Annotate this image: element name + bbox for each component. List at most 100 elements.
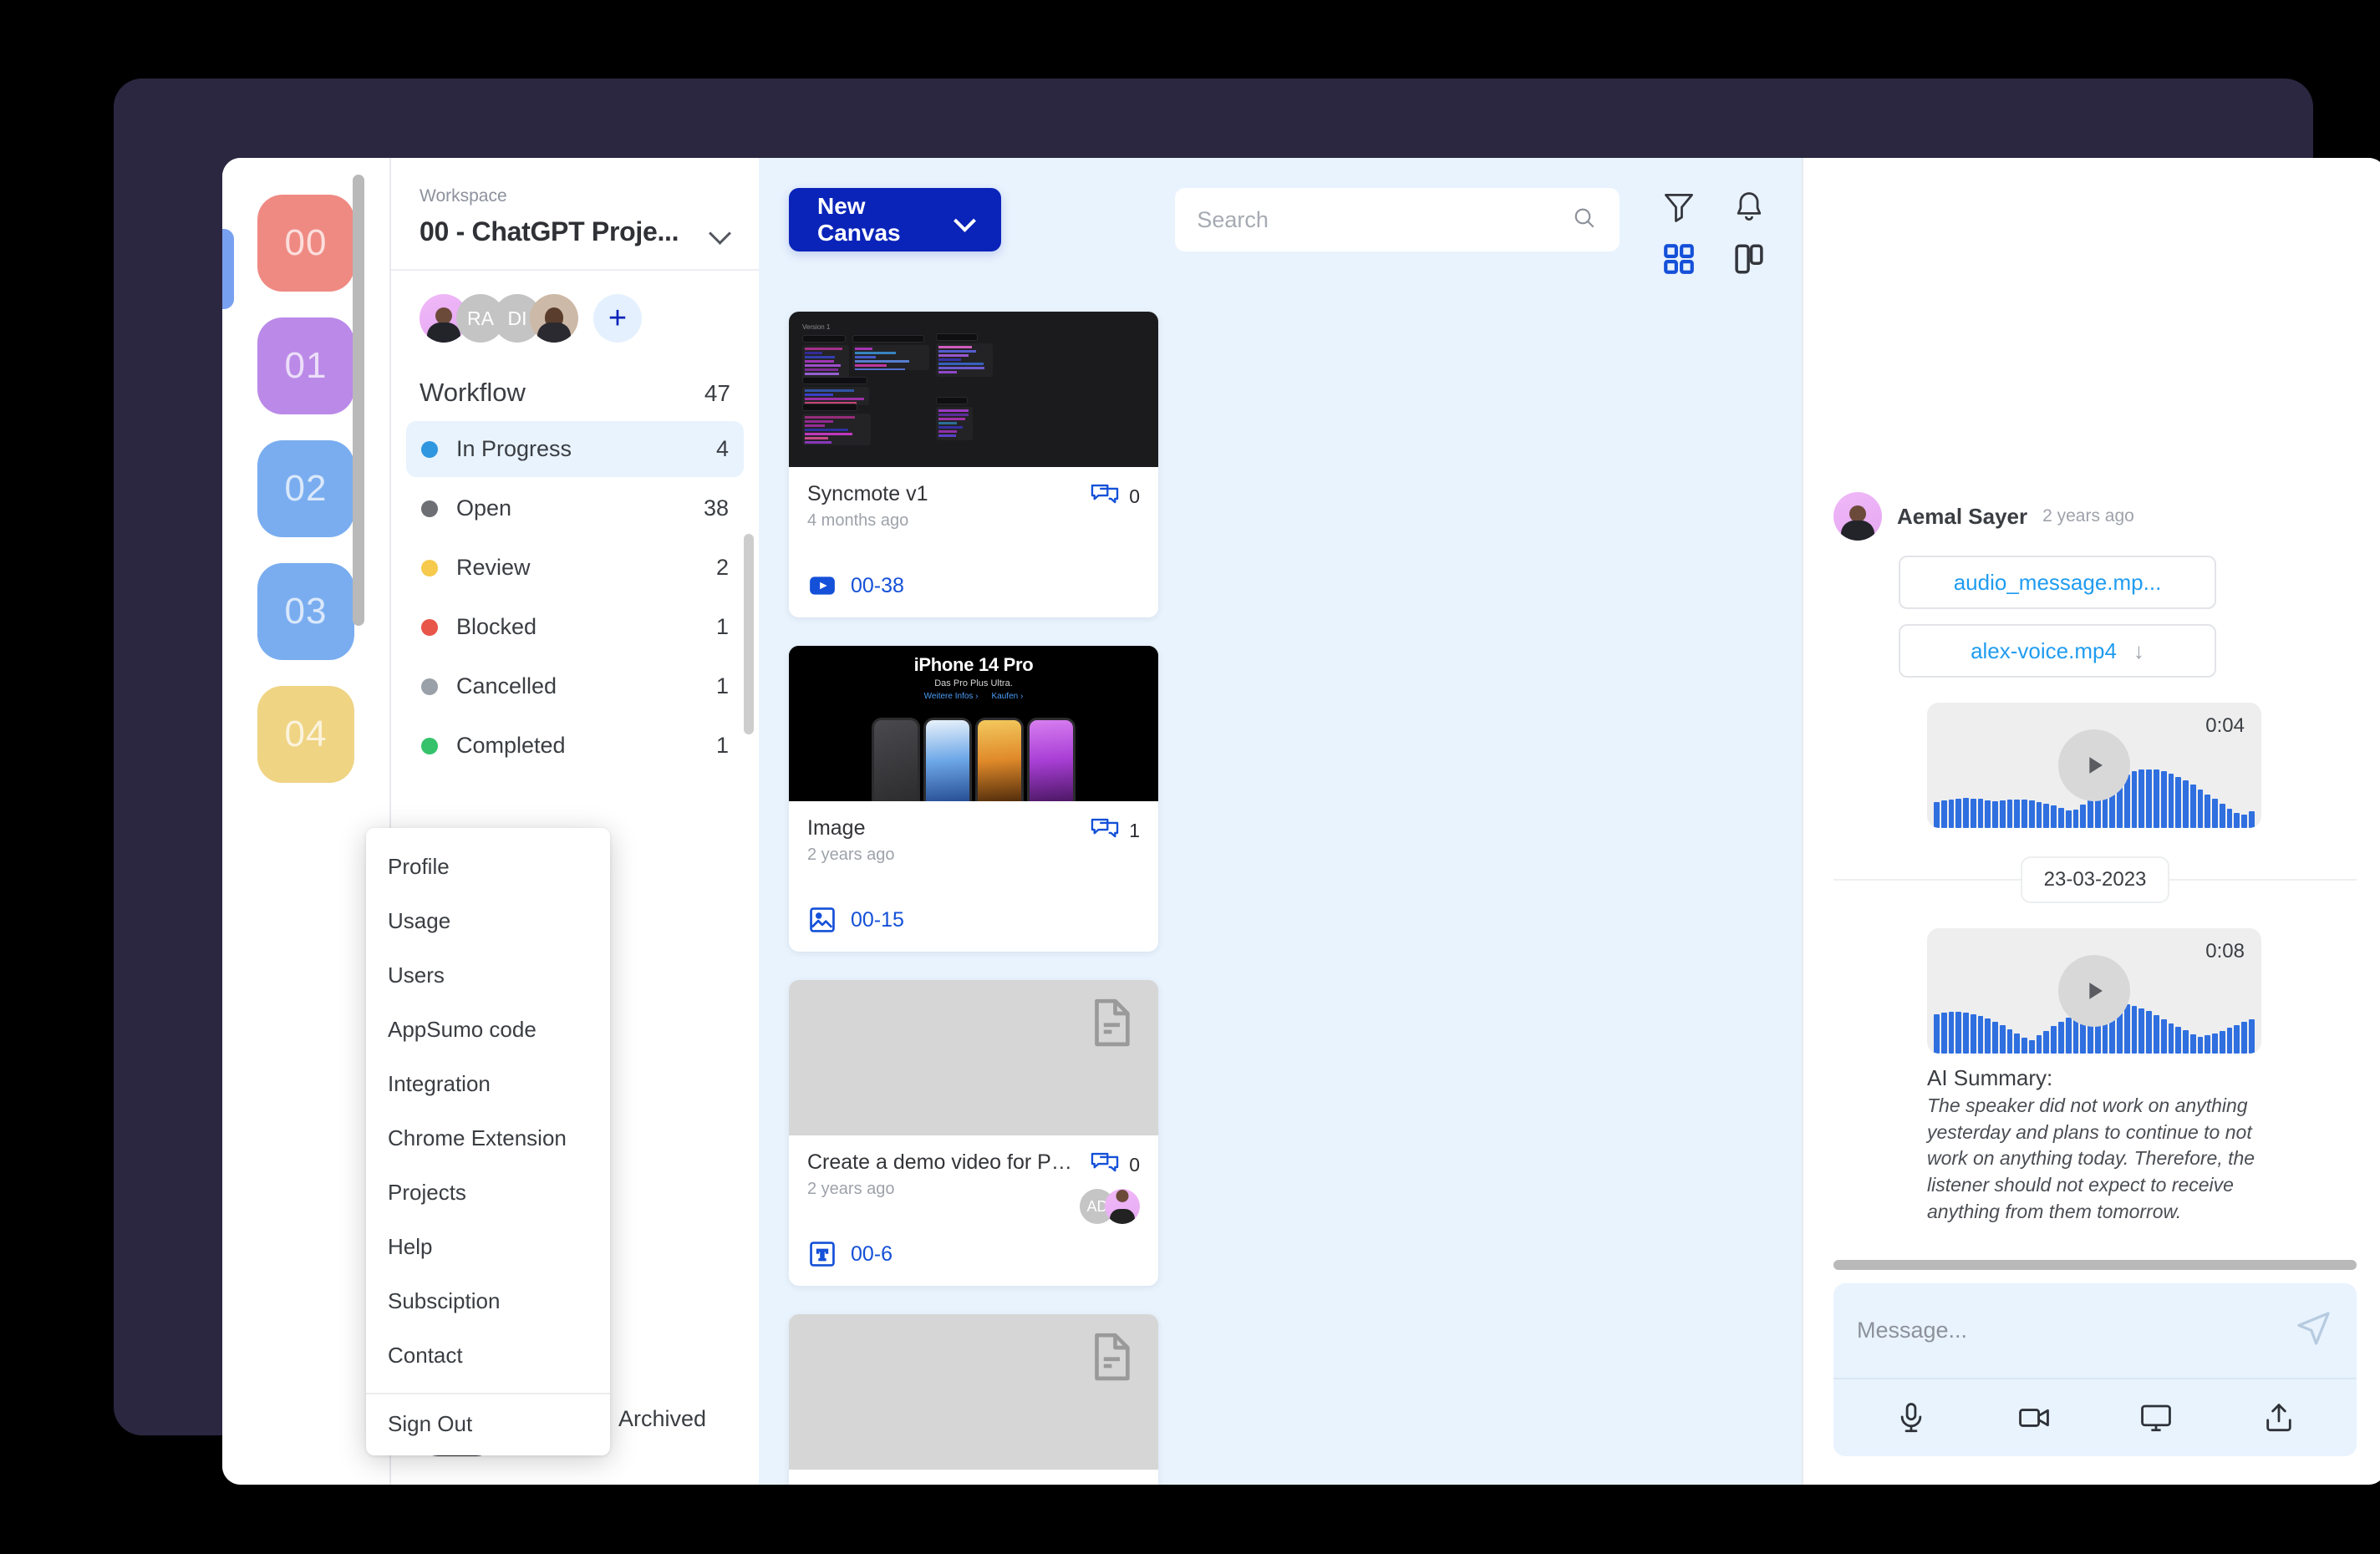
card-footer[interactable]: 00-38 <box>789 566 1158 617</box>
workflow-item-blocked[interactable]: Blocked 1 <box>406 599 744 655</box>
card-thumbnail-document <box>789 980 1158 1135</box>
workspace-label: Workspace <box>420 186 730 206</box>
rail-tile-label: 04 <box>285 714 328 755</box>
menu-item-chrome-extension[interactable]: Chrome Extension <box>366 1111 610 1166</box>
workflow-item-completed[interactable]: Completed 1 <box>406 718 744 774</box>
workflow-item-count: 2 <box>716 555 729 581</box>
toolbar-icon-group <box>1660 188 1768 278</box>
card[interactable]: Version 1 Syncmote v1 4 months ago 0 00-38 <box>789 312 1158 617</box>
add-member-button[interactable]: + <box>593 294 642 343</box>
menu-item-help[interactable]: Help <box>366 1220 610 1274</box>
microphone-icon[interactable] <box>1891 1398 1931 1438</box>
comment-count-group[interactable]: 0 <box>1091 1150 1140 1180</box>
menu-item-subsciption[interactable]: Subsciption <box>366 1274 610 1328</box>
message-timestamp: 2 years ago <box>2042 506 2134 526</box>
workspace-header[interactable]: Workspace 00 - ChatGPT Proje... <box>391 158 759 271</box>
download-icon[interactable]: ↓ <box>2133 638 2144 664</box>
avatar <box>1833 492 1882 541</box>
avatar-initials: DI <box>508 307 527 330</box>
card-footer[interactable]: T 00-6 <box>789 1234 1158 1286</box>
chat-message-list: Aemal Sayer 2 years ago audio_message.mp… <box>1803 158 2380 1245</box>
card-body: Create Firebase CF LinkedIn p...2 years … <box>789 1470 1158 1485</box>
card-thumbnail-image: iPhone 14 Pro Das Pro Plus Ultra. Weitere … <box>789 646 1158 801</box>
attachment-name[interactable]: alex-voice.mp4 <box>1971 638 2117 664</box>
workspace-rail[interactable]: 00 01 02 03 04 <box>222 158 389 1485</box>
workflow-item-cancelled[interactable]: Cancelled 1 <box>406 658 744 714</box>
workflow-item-count: 1 <box>716 733 729 759</box>
rail-tile-02[interactable]: 02 <box>257 440 354 537</box>
workflow-item-open[interactable]: Open 38 <box>406 480 744 536</box>
comment-icon <box>1091 1150 1119 1180</box>
message-input[interactable] <box>1857 1318 2293 1343</box>
card-footer[interactable]: 00-15 <box>789 900 1158 952</box>
user-context-menu[interactable]: Profile Usage Users AppSumo code Integration… <box>366 828 610 1455</box>
workflow-item-count: 1 <box>716 673 729 699</box>
workflow-item-review[interactable]: Review 2 <box>406 540 744 596</box>
comment-count-group[interactable]: 1 <box>1091 816 1140 846</box>
menu-item-projects[interactable]: Projects <box>366 1166 610 1220</box>
attachment-name[interactable]: audio_message.mp... <box>1954 570 2162 596</box>
menu-item-users[interactable]: Users <box>366 948 610 1003</box>
menu-item-profile[interactable]: Profile <box>366 840 610 894</box>
card-thumbnail-document <box>789 1314 1158 1470</box>
rail-tile-00[interactable]: 00 <box>257 195 354 292</box>
card-assignees: AD <box>1090 1189 1140 1224</box>
video-icon <box>807 571 837 601</box>
sidebar-scrollbar-thumb[interactable] <box>744 534 754 734</box>
menu-item-integration[interactable]: Integration <box>366 1057 610 1111</box>
board-view-icon[interactable] <box>1730 240 1768 278</box>
card-title: Image <box>807 816 895 840</box>
grid-view-icon[interactable] <box>1660 240 1698 278</box>
workflow-item-count: 1 <box>716 614 729 640</box>
image-icon <box>807 905 837 935</box>
workflow-total-count: 47 <box>704 380 730 407</box>
filter-icon[interactable] <box>1660 188 1698 226</box>
card[interactable]: Create a demo video for PH la... 2 years … <box>789 980 1158 1286</box>
rail-tile-01[interactable]: 01 <box>257 317 354 414</box>
menu-item-sign-out[interactable]: Sign Out <box>366 1393 610 1455</box>
card-title: Syncmote v1 <box>807 482 928 506</box>
rail-scrollbar-thumb[interactable] <box>353 175 364 626</box>
menu-item-usage[interactable]: Usage <box>366 894 610 948</box>
chat-horizontal-scrollbar[interactable] <box>1833 1260 2357 1270</box>
card-badge-label[interactable]: 00-38 <box>851 574 904 598</box>
card[interactable]: Create Firebase CF LinkedIn p...2 years … <box>789 1314 1158 1485</box>
play-icon[interactable] <box>2058 955 2130 1027</box>
card-badge-label[interactable]: 00-6 <box>851 1242 892 1267</box>
workflow-item-in-progress[interactable]: In Progress 4 <box>406 421 744 477</box>
rail-tile-04[interactable]: 04 <box>257 686 354 783</box>
rail-tile-03[interactable]: 03 <box>257 563 354 660</box>
rail-tile-label: 00 <box>285 222 328 264</box>
search-box[interactable] <box>1175 188 1620 251</box>
card-timestamp: 2 years ago <box>807 1180 1083 1199</box>
ai-summary: AI Summary: The speaker did not work on … <box>1927 1065 2286 1226</box>
text-icon: T <box>807 1239 837 1269</box>
comment-count-group[interactable]: 0 <box>1091 482 1140 511</box>
workflow-item-label: Completed <box>456 733 716 759</box>
new-canvas-label: New Canvas <box>817 193 936 246</box>
workflow-item-count: 4 <box>716 436 729 462</box>
ai-summary-title: AI Summary: <box>1927 1065 2286 1091</box>
send-icon[interactable] <box>2293 1308 2333 1353</box>
search-icon[interactable] <box>1571 205 1598 236</box>
card[interactable]: iPhone 14 Pro Das Pro Plus Ultra. Weitere … <box>789 646 1158 952</box>
search-input[interactable] <box>1197 207 1571 233</box>
assignee-avatar[interactable] <box>1105 1189 1140 1224</box>
member-avatar[interactable] <box>530 294 578 343</box>
voice-message-player[interactable]: 0:04 <box>1927 703 2261 828</box>
screen-share-icon[interactable] <box>2136 1398 2176 1438</box>
play-icon[interactable] <box>2058 729 2130 801</box>
new-canvas-button[interactable]: New Canvas <box>789 188 1001 251</box>
chevron-down-icon[interactable] <box>709 221 730 243</box>
card-badge-label[interactable]: 00-15 <box>851 908 904 932</box>
menu-item-contact[interactable]: Contact <box>366 1328 610 1383</box>
status-dot-icon <box>421 738 438 754</box>
video-camera-icon[interactable] <box>2014 1398 2054 1438</box>
upload-icon[interactable] <box>2259 1398 2299 1438</box>
attachment-chip[interactable]: audio_message.mp... <box>1899 556 2216 609</box>
workflow-title: Workflow <box>420 378 526 408</box>
menu-item-appsumo-code[interactable]: AppSumo code <box>366 1003 610 1057</box>
voice-message-player[interactable]: 0:08 <box>1927 928 2261 1054</box>
bell-icon[interactable] <box>1730 188 1768 226</box>
attachment-chip[interactable]: alex-voice.mp4 ↓ <box>1899 624 2216 678</box>
